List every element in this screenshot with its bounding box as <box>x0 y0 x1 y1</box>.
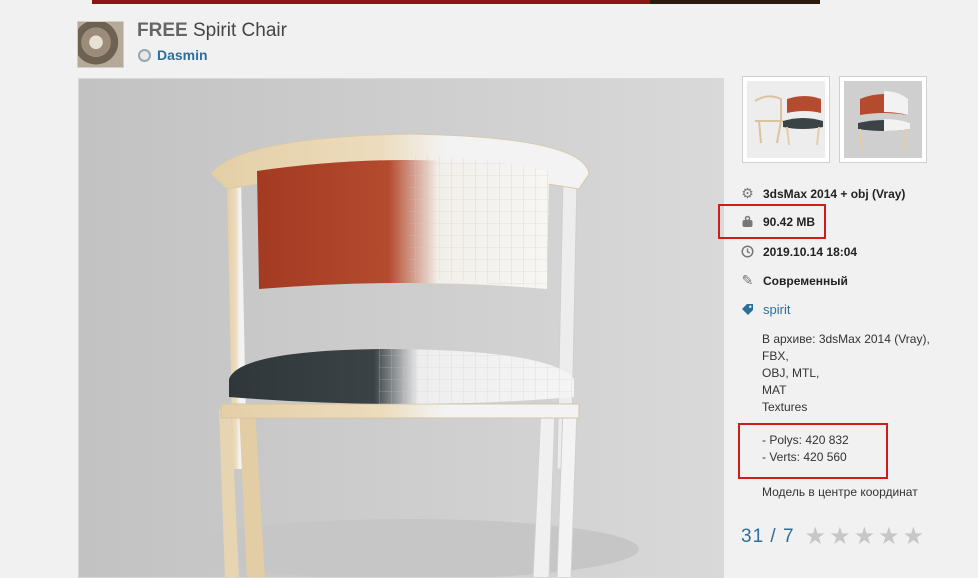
center-note: Модель в центре координат <box>762 485 918 499</box>
archive-line: OBJ, MTL, <box>762 366 820 380</box>
author-link[interactable]: Dasmin <box>138 47 208 63</box>
software-row: ⚙ 3dsMax 2014 + obj (Vray) <box>740 185 906 201</box>
model-title: Spirit Chair <box>192 20 287 41</box>
author-name[interactable]: Dasmin <box>157 47 208 63</box>
archive-line: FBX, <box>762 349 789 363</box>
highlight-box-size <box>718 204 826 239</box>
free-label: FREE <box>137 20 188 41</box>
clock-icon <box>740 244 755 259</box>
star-icon[interactable]: ★ <box>805 525 827 549</box>
style-value: Современный <box>763 273 848 288</box>
style-row: ✎ Современный <box>740 272 848 288</box>
user-icon <box>138 48 151 62</box>
author-avatar[interactable] <box>77 21 124 68</box>
chair-render <box>79 79 723 577</box>
top-banner-dark <box>650 0 820 4</box>
software-value: 3dsMax 2014 + obj (Vray) <box>763 186 906 201</box>
main-preview-image[interactable] <box>78 78 724 578</box>
thumbnail-1[interactable] <box>742 76 830 163</box>
tag-row: spirit <box>740 302 790 317</box>
gear-icon: ⚙ <box>741 185 754 201</box>
top-banner-strip <box>92 0 820 4</box>
page-title: FREE Spirit Chair <box>137 20 287 42</box>
archive-contents: В архиве: 3dsMax 2014 (Vray), FBX, OBJ, … <box>762 331 930 416</box>
pencil-icon: ✎ <box>741 272 754 288</box>
thumbnail-2[interactable] <box>839 76 927 163</box>
archive-line: MAT <box>762 383 787 397</box>
rating-score: 31 / 7 <box>741 526 795 547</box>
star-icon[interactable]: ★ <box>829 525 851 549</box>
rating-widget: 31 / 7 ★ ★ ★ ★ ★ <box>741 525 927 549</box>
archive-line: Textures <box>762 400 808 414</box>
star-icon[interactable]: ★ <box>903 525 925 549</box>
date-row: 2019.10.14 18:04 <box>740 244 857 259</box>
date-value: 2019.10.14 18:04 <box>763 244 858 259</box>
star-icon[interactable]: ★ <box>878 525 900 549</box>
highlight-box-stats <box>738 423 888 479</box>
star-icon[interactable]: ★ <box>854 525 876 549</box>
tag-icon <box>740 302 755 317</box>
thumbnail-1-image <box>747 81 825 158</box>
archive-line: В архиве: 3dsMax 2014 (Vray), <box>762 332 930 346</box>
thumbnail-2-image <box>844 81 922 158</box>
tag-link-spirit[interactable]: spirit <box>763 302 790 317</box>
